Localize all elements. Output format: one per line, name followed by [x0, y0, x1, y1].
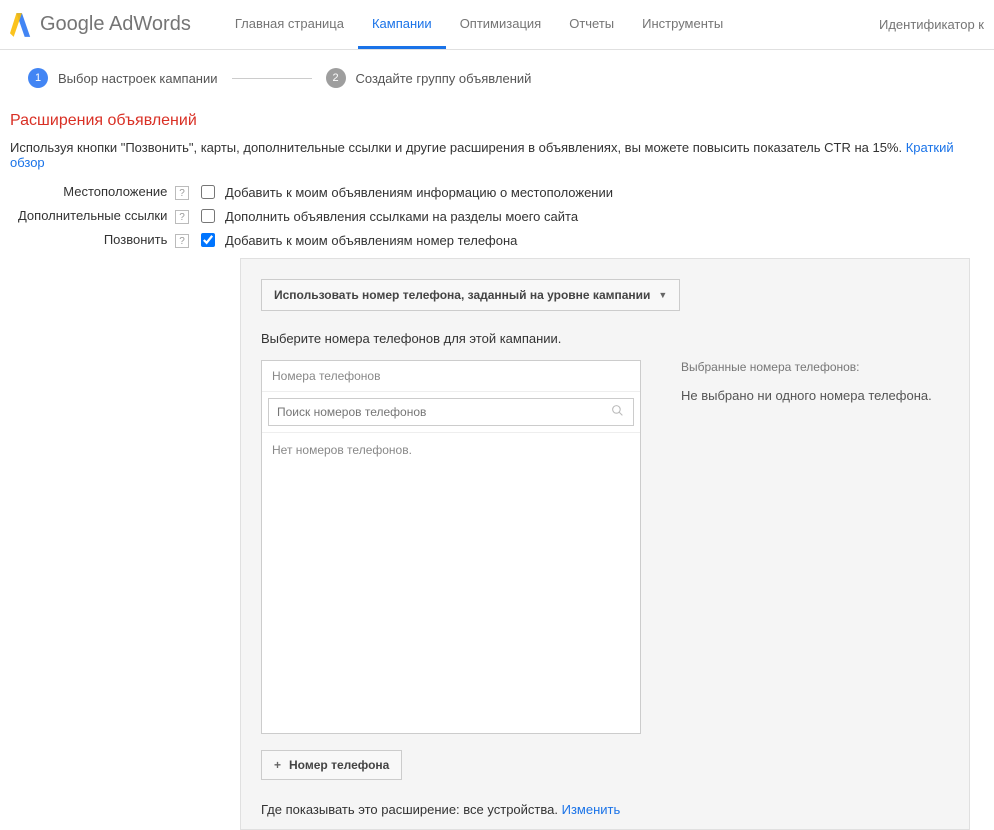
- phone-scope-dropdown[interactable]: Использовать номер телефона, заданный на…: [261, 279, 680, 311]
- step-2-label: Создайте группу объявлений: [356, 71, 532, 86]
- phone-search-wrap: [262, 392, 640, 433]
- adwords-logo-icon: [10, 11, 32, 39]
- phone-extension-panel: Использовать номер телефона, заданный на…: [240, 258, 970, 830]
- help-icon[interactable]: ?: [175, 234, 189, 248]
- where-prefix: Где показывать это расширение:: [261, 802, 463, 817]
- option-sitelinks-text: Дополнить объявления ссылками на разделы…: [225, 209, 578, 224]
- phone-list-empty: Нет номеров телефонов.: [262, 433, 640, 733]
- phone-search-input[interactable]: [268, 398, 634, 426]
- where-value: все устройства.: [463, 802, 561, 817]
- location-checkbox[interactable]: [201, 185, 215, 199]
- ad-extensions-section: Расширения объявлений Используя кнопки "…: [0, 100, 994, 830]
- phone-columns: Номера телефонов Нет номеров телефонов. …: [261, 360, 949, 734]
- available-phones-column: Номера телефонов Нет номеров телефонов.: [261, 360, 641, 734]
- step-2[interactable]: 2 Создайте группу объявлений: [326, 68, 532, 88]
- change-devices-link[interactable]: Изменить: [562, 802, 621, 817]
- selected-phones-column: Выбранные номера телефонов: Не выбрано н…: [681, 360, 949, 734]
- app-header: Google AdWords Главная страница Кампании…: [0, 0, 994, 50]
- where-to-show-row: Где показывать это расширение: все устро…: [261, 802, 949, 817]
- logo-text: Google AdWords: [40, 13, 191, 36]
- extension-options: Местоположение ? Добавить к моим объявле…: [10, 184, 984, 248]
- option-call-label: Позвонить ?: [10, 232, 195, 248]
- phone-box-header: Номера телефонов: [262, 361, 640, 392]
- chevron-down-icon: ▼: [658, 290, 667, 300]
- logo: Google AdWords: [10, 11, 191, 39]
- nav-reports[interactable]: Отчеты: [555, 0, 628, 49]
- nav-tools[interactable]: Инструменты: [628, 0, 737, 49]
- sitelinks-checkbox[interactable]: [201, 209, 215, 223]
- step-2-number: 2: [326, 68, 346, 88]
- plus-icon: +: [274, 758, 281, 772]
- section-title: Расширения объявлений: [10, 112, 984, 130]
- dropdown-label: Использовать номер телефона, заданный на…: [274, 288, 650, 302]
- option-location-text: Добавить к моим объявлениям информацию о…: [225, 185, 613, 200]
- help-icon[interactable]: ?: [175, 186, 189, 200]
- step-1[interactable]: 1 Выбор настроек кампании: [28, 68, 218, 88]
- search-icon[interactable]: [611, 404, 624, 420]
- call-checkbox[interactable]: [201, 233, 215, 247]
- option-sitelinks-label: Дополнительные ссылки ?: [10, 208, 195, 224]
- option-location-label: Местоположение ?: [10, 184, 195, 200]
- phone-list-box: Номера телефонов Нет номеров телефонов.: [261, 360, 641, 734]
- option-location-row: Местоположение ? Добавить к моим объявле…: [10, 184, 984, 200]
- section-desc-text: Используя кнопки "Позвонить", карты, доп…: [10, 140, 906, 155]
- selected-phones-title: Выбранные номера телефонов:: [681, 360, 949, 374]
- phone-panel-subtitle: Выберите номера телефонов для этой кампа…: [261, 331, 949, 346]
- section-description: Используя кнопки "Позвонить", карты, доп…: [10, 140, 984, 170]
- option-sitelinks-row: Дополнительные ссылки ? Дополнить объявл…: [10, 208, 984, 224]
- add-phone-button[interactable]: + Номер телефона: [261, 750, 402, 780]
- option-call-row: Позвонить ? Добавить к моим объявлениям …: [10, 232, 984, 248]
- step-connector: [232, 78, 312, 79]
- option-call-text: Добавить к моим объявлениям номер телефо…: [225, 233, 517, 248]
- nav-campaigns[interactable]: Кампании: [358, 0, 446, 49]
- main-nav: Главная страница Кампании Оптимизация От…: [221, 0, 879, 49]
- campaign-stepper: 1 Выбор настроек кампании 2 Создайте гру…: [0, 50, 994, 100]
- add-phone-label: Номер телефона: [289, 758, 389, 772]
- help-icon[interactable]: ?: [175, 210, 189, 224]
- header-account-id: Идентификатор к: [879, 17, 984, 32]
- step-1-label: Выбор настроек кампании: [58, 71, 218, 86]
- nav-optimization[interactable]: Оптимизация: [446, 0, 556, 49]
- step-1-number: 1: [28, 68, 48, 88]
- selected-phones-empty: Не выбрано ни одного номера телефона.: [681, 388, 949, 403]
- nav-home[interactable]: Главная страница: [221, 0, 358, 49]
